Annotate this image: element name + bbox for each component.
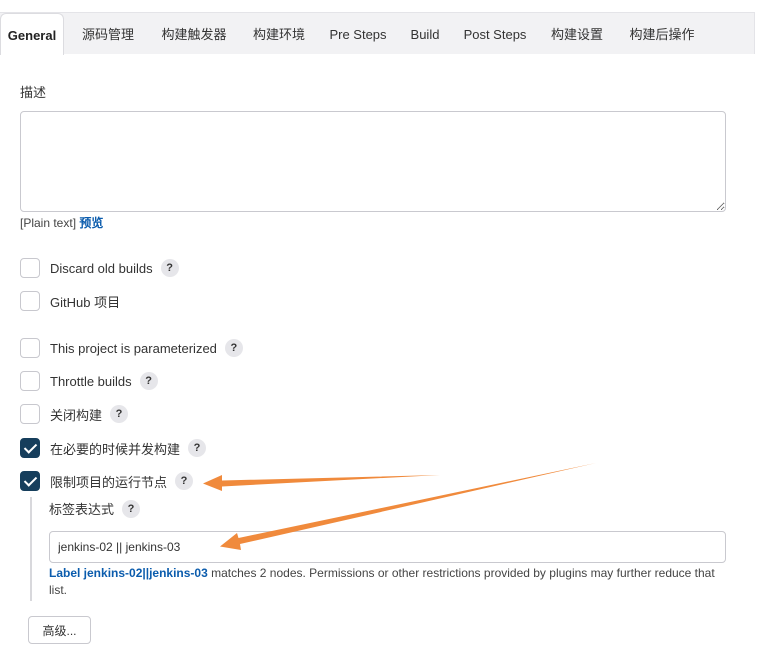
parameterized-checkbox[interactable]	[20, 338, 40, 358]
help-icon[interactable]: ?	[139, 372, 158, 390]
config-tab-bar: General 源码管理 构建触发器 构建环境 Pre Steps Build …	[0, 12, 755, 55]
option-github-project[interactable]: GitHub 项目	[20, 290, 120, 312]
help-icon[interactable]: ?	[160, 259, 179, 277]
help-icon[interactable]: ?	[224, 339, 243, 357]
nested-section-indicator	[30, 497, 32, 601]
label-match-info: Label jenkins-02||jenkins-03 matches 2 n…	[49, 565, 729, 599]
option-label: 在必要的时候并发构建	[50, 441, 181, 457]
help-icon[interactable]: ?	[122, 499, 141, 518]
label-match-link[interactable]: Label jenkins-02||jenkins-03	[49, 566, 208, 580]
tab-build-triggers[interactable]: 构建触发器	[152, 13, 236, 54]
description-textarea[interactable]	[20, 111, 726, 212]
option-parameterized[interactable]: This project is parameterized ?	[20, 337, 243, 359]
label-expression-text: 标签表达式	[49, 502, 115, 517]
option-throttle-builds[interactable]: Throttle builds ?	[20, 370, 158, 392]
description-format-line: [Plain text] 预览	[20, 214, 103, 231]
annotation-arrow-upper	[203, 475, 440, 491]
tab-pre-steps[interactable]: Pre Steps	[322, 13, 394, 54]
help-icon[interactable]: ?	[175, 472, 194, 490]
disable-build-checkbox[interactable]	[20, 404, 40, 424]
help-icon[interactable]: ?	[110, 405, 129, 423]
label-expression-label: 标签表达式 ?	[49, 499, 141, 518]
option-label: Discard old builds	[50, 260, 153, 276]
preview-link[interactable]: 预览	[79, 216, 103, 230]
option-restrict-node[interactable]: 限制项目的运行节点 ?	[20, 470, 194, 492]
advanced-button[interactable]: 高级...	[28, 616, 91, 644]
option-discard-old-builds[interactable]: Discard old builds ?	[20, 257, 179, 279]
tab-post-build-actions[interactable]: 构建后操作	[620, 13, 704, 54]
option-label: 限制项目的运行节点	[50, 474, 168, 490]
label-expression-input[interactable]	[49, 531, 726, 563]
tab-general[interactable]: General	[0, 13, 64, 55]
tab-build[interactable]: Build	[402, 13, 448, 54]
description-label: 描述	[20, 85, 47, 100]
option-label: 关闭构建	[50, 407, 103, 423]
throttle-builds-checkbox[interactable]	[20, 371, 40, 391]
restrict-node-checkbox[interactable]	[20, 471, 40, 491]
tab-source-code-management[interactable]: 源码管理	[72, 13, 144, 54]
discard-old-builds-checkbox[interactable]	[20, 258, 40, 278]
option-label: Throttle builds	[50, 373, 132, 389]
tab-post-steps[interactable]: Post Steps	[456, 13, 534, 54]
plain-text-label: [Plain text]	[20, 216, 77, 230]
option-disable-build[interactable]: 关闭构建 ?	[20, 403, 129, 425]
option-label: This project is parameterized	[50, 340, 217, 356]
tab-build-environment[interactable]: 构建环境	[244, 13, 314, 54]
help-icon[interactable]: ?	[188, 439, 207, 457]
option-concurrent-builds[interactable]: 在必要的时候并发构建 ?	[20, 437, 207, 459]
concurrent-builds-checkbox[interactable]	[20, 438, 40, 458]
tab-build-settings[interactable]: 构建设置	[542, 13, 612, 54]
github-project-checkbox[interactable]	[20, 291, 40, 311]
option-label: GitHub 项目	[50, 294, 121, 310]
